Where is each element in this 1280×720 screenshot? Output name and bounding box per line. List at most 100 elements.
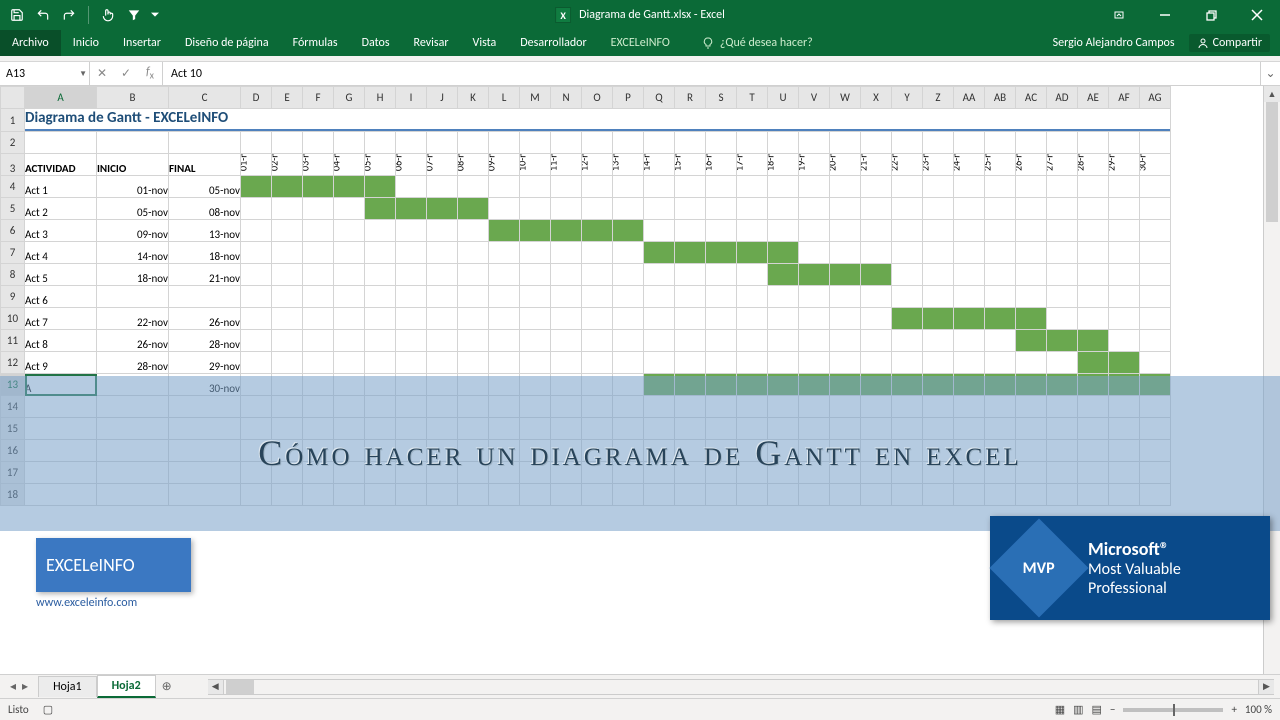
cell[interactable]	[768, 440, 799, 462]
cell-date-header[interactable]: 05-nov	[365, 154, 396, 176]
zoom-slider[interactable]	[1123, 708, 1223, 712]
cell-gantt[interactable]	[427, 198, 458, 220]
cell[interactable]	[892, 462, 923, 484]
col-header-D[interactable]: D	[241, 87, 272, 109]
cell-end[interactable]: 29-nov	[169, 352, 241, 374]
cell-gantt[interactable]	[861, 330, 892, 352]
cell-gantt[interactable]	[582, 352, 613, 374]
cell[interactable]	[241, 132, 272, 154]
cell-gantt[interactable]	[520, 374, 551, 396]
cell-end[interactable]: 18-nov	[169, 242, 241, 264]
zoom-level[interactable]: 100 %	[1245, 703, 1272, 716]
cell-date-header[interactable]: 20-nov	[830, 154, 861, 176]
zoom-out-button[interactable]: −	[1110, 703, 1115, 716]
cell-gantt[interactable]	[1016, 374, 1047, 396]
cell[interactable]	[520, 132, 551, 154]
vertical-scroll-thumb[interactable]	[1266, 102, 1278, 222]
cell-gantt[interactable]	[334, 176, 365, 198]
cell-gantt[interactable]	[427, 374, 458, 396]
cell-gantt[interactable]	[861, 374, 892, 396]
cell-gantt[interactable]	[675, 286, 706, 308]
cell-header-activity[interactable]: ACTIVIDAD	[25, 154, 97, 176]
cell-gantt[interactable]	[613, 198, 644, 220]
cell[interactable]	[954, 440, 985, 462]
view-layout-button[interactable]: ▥	[1073, 703, 1083, 716]
cell[interactable]	[861, 132, 892, 154]
cell-gantt[interactable]	[737, 308, 768, 330]
cell[interactable]	[334, 462, 365, 484]
cell[interactable]	[551, 484, 582, 506]
cell[interactable]	[706, 440, 737, 462]
maximize-button[interactable]	[1188, 0, 1234, 30]
cell-gantt[interactable]	[1078, 242, 1109, 264]
cell-gantt[interactable]	[365, 220, 396, 242]
cell[interactable]	[551, 418, 582, 440]
cell-date-header[interactable]: 02-nov	[272, 154, 303, 176]
cell-gantt[interactable]	[396, 352, 427, 374]
cell-gantt[interactable]	[954, 198, 985, 220]
horizontal-scrollbar[interactable]: ◀ ▶	[208, 679, 1274, 695]
cell[interactable]	[799, 132, 830, 154]
cell-gantt[interactable]	[675, 220, 706, 242]
row-header-16[interactable]: 16	[1, 440, 25, 462]
cell-gantt[interactable]	[303, 220, 334, 242]
cell[interactable]	[520, 484, 551, 506]
cell[interactable]	[892, 484, 923, 506]
cell-gantt[interactable]	[613, 286, 644, 308]
col-header-O[interactable]: O	[582, 87, 613, 109]
cell-gantt[interactable]	[768, 374, 799, 396]
cell-gantt[interactable]	[830, 220, 861, 242]
row-header-3[interactable]: 3	[1, 154, 25, 176]
cell-gantt[interactable]	[551, 264, 582, 286]
cell[interactable]	[241, 396, 272, 418]
cell[interactable]	[272, 396, 303, 418]
expand-formula-bar-button[interactable]: ⌄	[1260, 62, 1280, 85]
cell-gantt[interactable]	[489, 176, 520, 198]
cell-date-header[interactable]: 26-nov	[1016, 154, 1047, 176]
spreadsheet-grid[interactable]: ABCDEFGHIJKLMNOPQRSTUVWXYZAAABACADAEAFAG…	[0, 86, 1171, 506]
cell-gantt[interactable]	[768, 264, 799, 286]
cell-gantt[interactable]	[551, 330, 582, 352]
cell-gantt[interactable]	[489, 374, 520, 396]
cell-gantt[interactable]	[1016, 264, 1047, 286]
cell-gantt[interactable]	[427, 242, 458, 264]
col-header-S[interactable]: S	[706, 87, 737, 109]
cell-gantt[interactable]	[272, 176, 303, 198]
cell-gantt[interactable]	[241, 330, 272, 352]
cell-gantt[interactable]	[1016, 220, 1047, 242]
cell-gantt[interactable]	[1109, 264, 1140, 286]
cell-gantt[interactable]	[1078, 286, 1109, 308]
cell-gantt[interactable]	[551, 374, 582, 396]
cell-gantt[interactable]	[1078, 176, 1109, 198]
cell[interactable]	[365, 396, 396, 418]
cell[interactable]	[458, 484, 489, 506]
cell[interactable]	[169, 132, 241, 154]
cell-gantt[interactable]	[830, 308, 861, 330]
cell[interactable]	[1047, 418, 1078, 440]
cell[interactable]	[582, 418, 613, 440]
cell-date-header[interactable]: 23-nov	[923, 154, 954, 176]
cell-gantt[interactable]	[582, 330, 613, 352]
cell-gantt[interactable]	[644, 264, 675, 286]
cell[interactable]	[613, 132, 644, 154]
cell[interactable]	[954, 132, 985, 154]
cell-gantt[interactable]	[1140, 374, 1171, 396]
cell[interactable]	[1078, 440, 1109, 462]
cell-gantt[interactable]	[799, 286, 830, 308]
cell-gantt[interactable]	[954, 220, 985, 242]
cell-start[interactable]: 09-nov	[97, 220, 169, 242]
cell-gantt[interactable]	[861, 176, 892, 198]
cell[interactable]	[830, 440, 861, 462]
cell-gantt[interactable]	[706, 352, 737, 374]
macro-record-icon[interactable]: ▢	[43, 703, 53, 716]
cell[interactable]	[706, 132, 737, 154]
cell-gantt[interactable]	[1016, 198, 1047, 220]
tab-diseno[interactable]: Diseño de página	[173, 30, 281, 56]
filter-button[interactable]	[123, 4, 145, 26]
cell-gantt[interactable]	[613, 330, 644, 352]
col-header-AD[interactable]: AD	[1047, 87, 1078, 109]
cell[interactable]	[272, 132, 303, 154]
cell-gantt[interactable]	[985, 308, 1016, 330]
cell-gantt[interactable]	[923, 308, 954, 330]
cell-gantt[interactable]	[272, 264, 303, 286]
